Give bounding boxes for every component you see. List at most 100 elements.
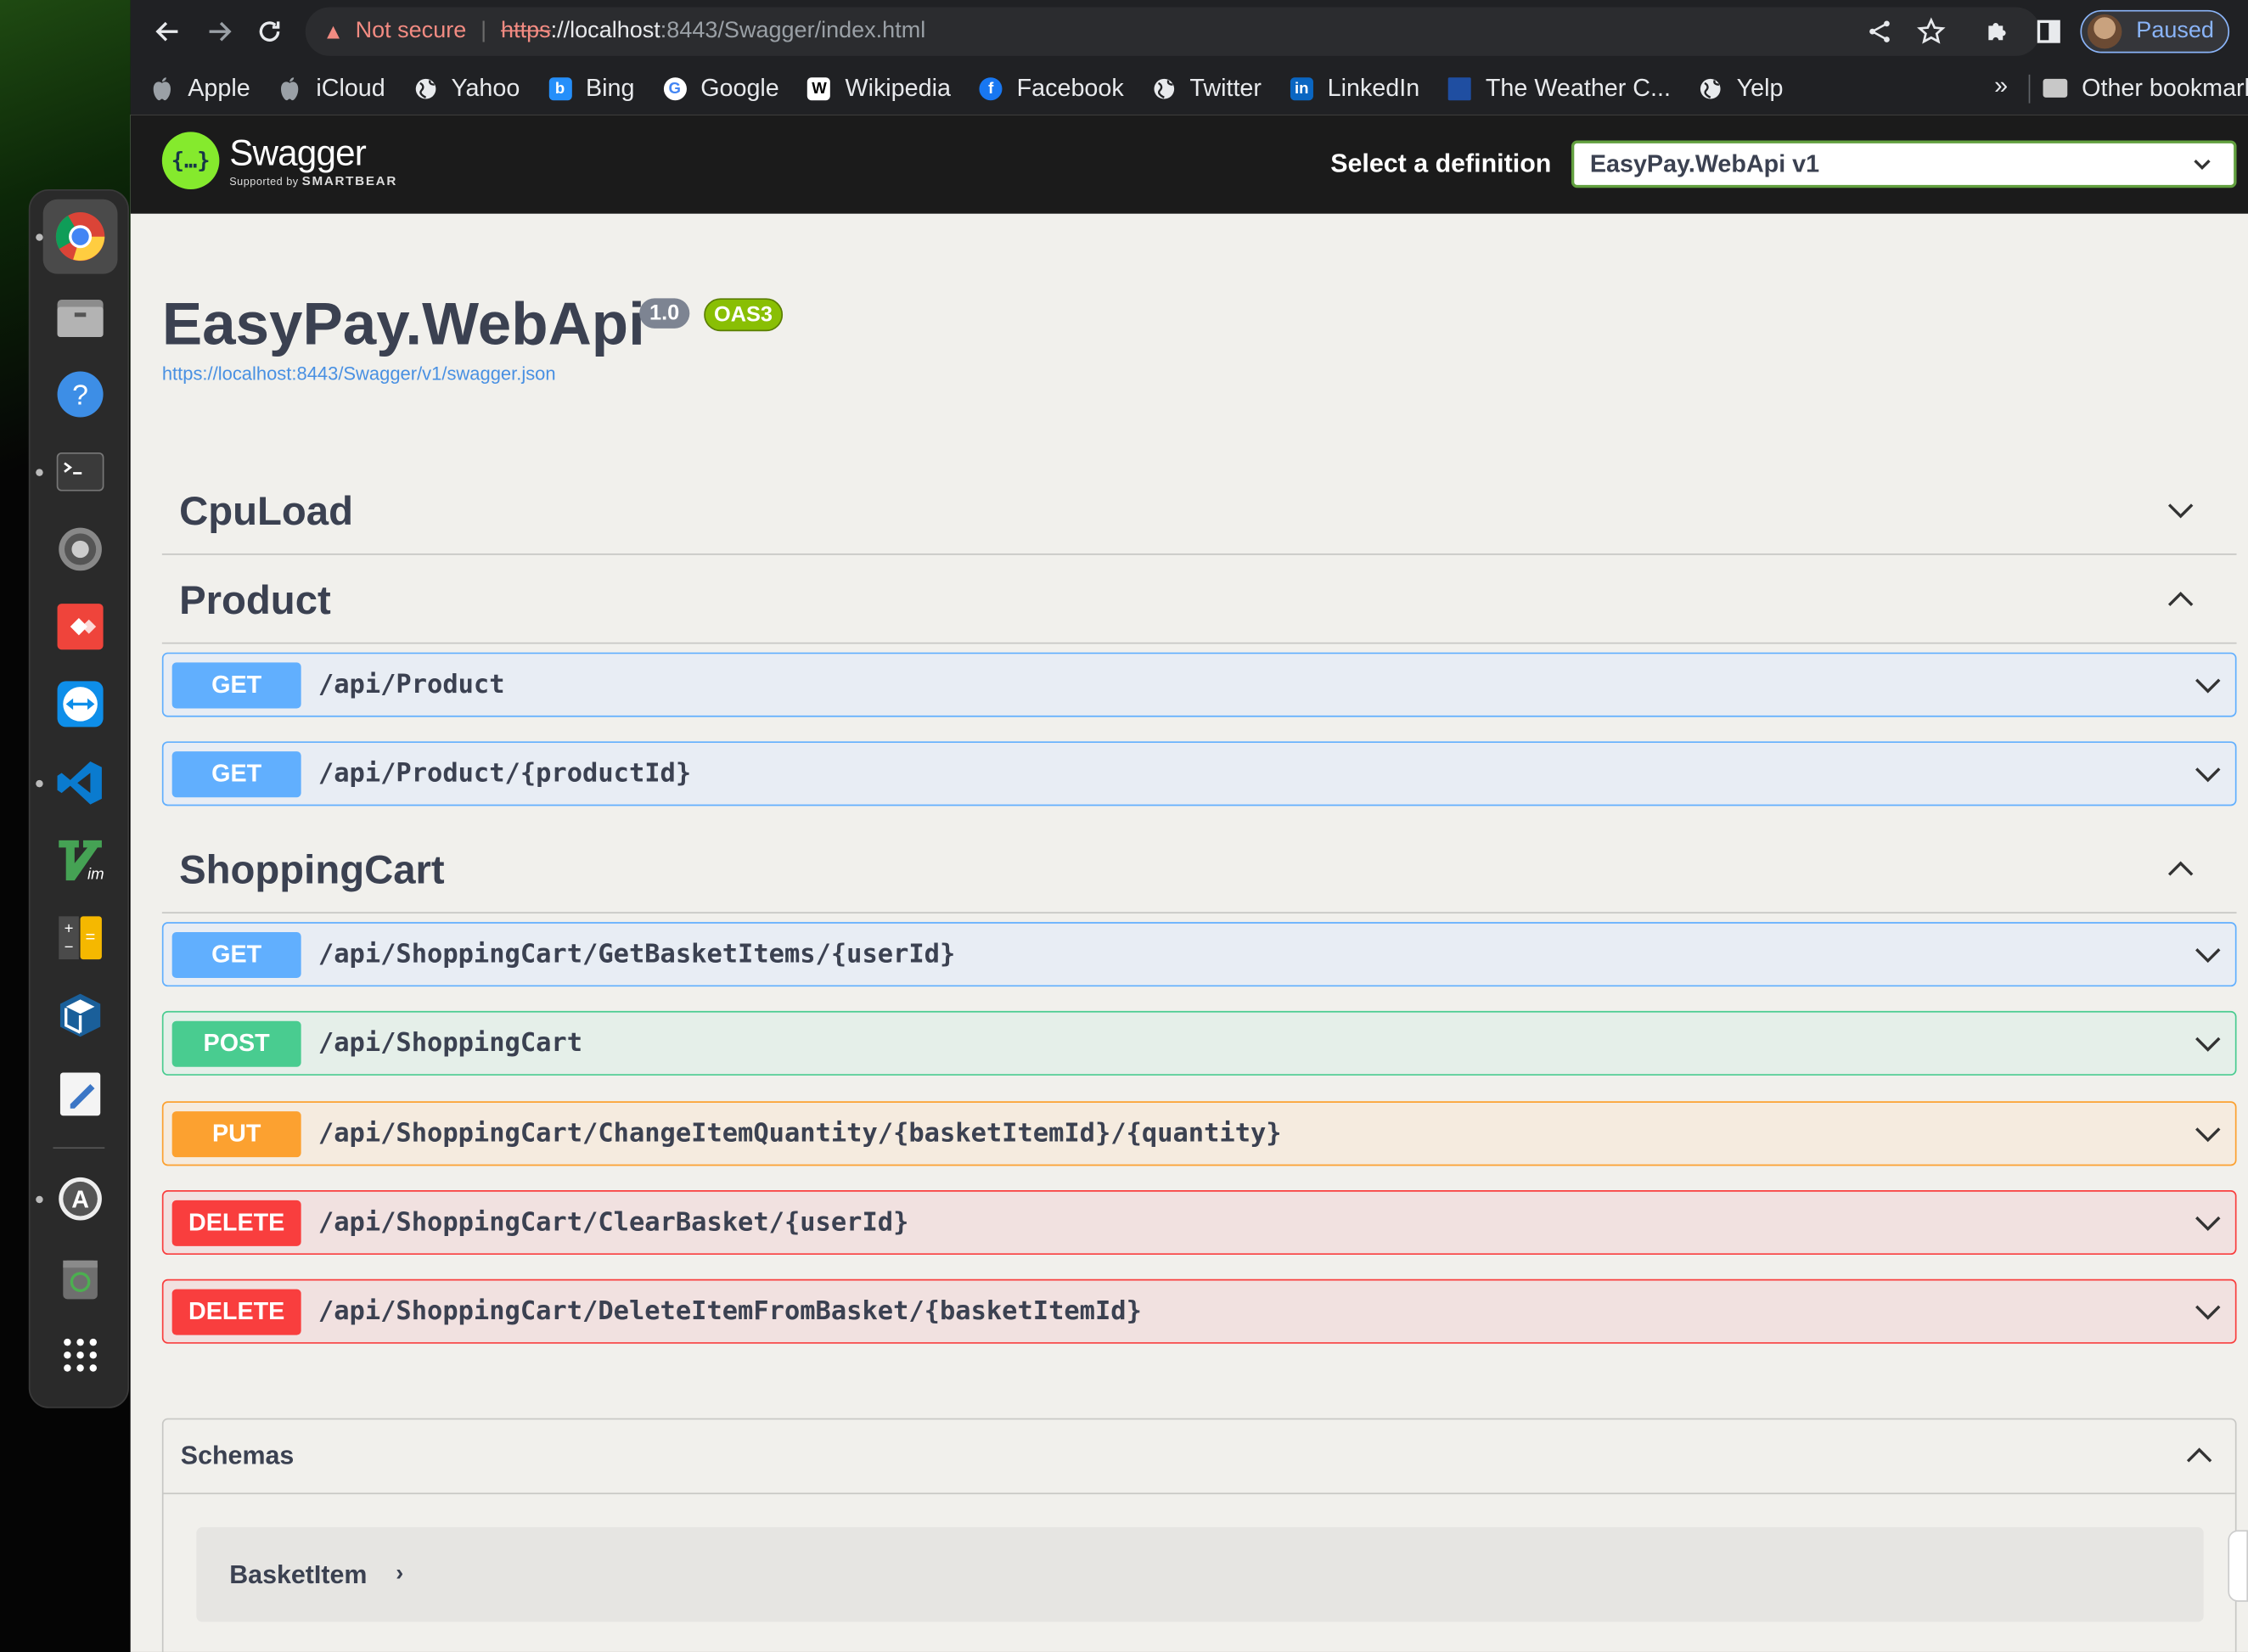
share-button[interactable]: [1859, 12, 1899, 52]
chevron-down-icon[interactable]: [2192, 939, 2223, 970]
chevron-up-icon[interactable]: [2165, 584, 2196, 615]
app-grid-icon[interactable]: [52, 1327, 110, 1385]
extensions-button[interactable]: [1977, 12, 2017, 52]
address-divider: |: [481, 18, 487, 43]
trash-icon[interactable]: [52, 1249, 110, 1306]
bookmark-item[interactable]: b Bing: [548, 74, 635, 103]
operation-path: /api/ShoppingCart/GetBasketItems/{userId…: [318, 939, 956, 969]
settings-icon[interactable]: [52, 520, 110, 578]
tag-header[interactable]: CpuLoad: [161, 469, 2237, 555]
security-status[interactable]: Not secure: [356, 19, 467, 44]
logo-sub-prefix: Supported by: [229, 174, 299, 188]
teamviewer-icon[interactable]: [52, 676, 110, 733]
bookmark-label: The Weather C...: [1485, 73, 1671, 102]
bookmark-item[interactable]: Twitter: [1153, 74, 1262, 103]
wikipedia-icon: W: [807, 76, 831, 100]
apple-icon: [278, 76, 301, 100]
schemas-title: Schemas: [180, 1441, 295, 1470]
bookmark-label: Yahoo: [451, 73, 520, 102]
schema-name: BasketItem: [229, 1559, 368, 1588]
weather-channel-icon: [1447, 76, 1471, 100]
url-scheme: https: [501, 18, 551, 43]
bookmark-item[interactable]: Yahoo: [414, 74, 520, 103]
schema-item-basketitem[interactable]: BasketItem ›: [196, 1526, 2204, 1622]
puzzle-icon: [1988, 23, 2006, 41]
operation-path: /api/Product/{productId}: [318, 758, 692, 789]
vim-icon[interactable]: im: [52, 832, 110, 890]
swagger-page: {…} Swagger Supported by SMARTBEAR Selec…: [130, 115, 2248, 1652]
text-editor-icon[interactable]: [52, 1065, 110, 1123]
operation-row-delete[interactable]: DELETE/api/ShoppingCart/DeleteItemFromBa…: [161, 1278, 2237, 1344]
tag-name: Product: [179, 576, 331, 622]
bookmark-label: Yelp: [1736, 73, 1784, 102]
operation-path: /api/ShoppingCart/ChangeItemQuantity/{ba…: [318, 1118, 1282, 1149]
bookmark-item[interactable]: iCloud: [278, 74, 385, 103]
bookmark-item[interactable]: Apple: [150, 74, 250, 103]
chevron-down-icon[interactable]: [2192, 759, 2223, 790]
terminal-icon[interactable]: [36, 443, 110, 501]
other-bookmarks-button[interactable]: Other bookmarks: [2043, 62, 2248, 115]
logo-sub-brand: SMARTBEAR: [301, 172, 397, 188]
bookmark-label: Google: [700, 73, 779, 102]
method-badge: GET: [171, 931, 301, 978]
software-updater-icon[interactable]: A: [36, 1170, 110, 1228]
chevron-down-icon[interactable]: [2165, 495, 2196, 526]
chevron-down-icon[interactable]: [2192, 1207, 2223, 1239]
method-badge: GET: [171, 750, 301, 797]
url-path: :8443/Swagger/index.html: [660, 18, 926, 43]
chevron-down-icon[interactable]: [2192, 670, 2223, 701]
bing-icon: b: [548, 76, 572, 100]
method-badge: DELETE: [171, 1200, 301, 1246]
calculator-icon[interactable]: + − =: [52, 909, 110, 967]
bookmark-star-button[interactable]: [1911, 12, 1951, 52]
bookmark-item[interactable]: W Wikipedia: [807, 74, 951, 103]
reload-button[interactable]: [250, 12, 289, 52]
bookmarks-overflow-button[interactable]: »: [1994, 71, 2008, 100]
chevron-down-icon[interactable]: [2192, 1296, 2223, 1328]
profile-button[interactable]: Paused: [2080, 9, 2230, 53]
bookmark-item[interactable]: G Google: [663, 74, 779, 103]
back-arrow-icon: [155, 21, 178, 42]
anydesk-icon[interactable]: [52, 598, 110, 655]
running-indicator: [36, 1195, 43, 1204]
svg-text:A: A: [71, 1186, 89, 1213]
bookmark-item[interactable]: Yelp: [1700, 73, 1784, 103]
bookmark-label: Facebook: [1016, 73, 1124, 102]
tag-name: CpuLoad: [179, 488, 353, 533]
chevron-down-icon[interactable]: [2192, 1119, 2223, 1150]
operation-row-delete[interactable]: DELETE/api/ShoppingCart/ClearBasket/{use…: [161, 1190, 2237, 1256]
other-bookmarks-label: Other bookmarks: [2082, 73, 2248, 102]
virtualbox-icon[interactable]: [52, 986, 110, 1044]
address-bar[interactable]: ▲ Not secure | https://localhost:8443/Sw…: [305, 7, 2041, 56]
help-icon[interactable]: ?: [52, 366, 110, 424]
forward-button[interactable]: [200, 12, 239, 52]
operation-row-put[interactable]: PUT/api/ShoppingCart/ChangeItemQuantity/…: [161, 1101, 2237, 1166]
bookmark-label: iCloud: [316, 73, 385, 102]
globe-icon: [1700, 76, 1723, 99]
tag-header[interactable]: Product: [161, 558, 2237, 644]
operation-row-post[interactable]: POST/api/ShoppingCart: [161, 1010, 2237, 1076]
chevron-down-icon[interactable]: [2192, 1028, 2223, 1059]
chevron-up-icon[interactable]: [2165, 853, 2196, 885]
star-icon: [1917, 17, 1946, 44]
schemas-section: Schemas BasketItem ›: [161, 1418, 2237, 1652]
files-icon[interactable]: [52, 289, 110, 346]
chrome-icon[interactable]: [36, 199, 118, 274]
definition-select[interactable]: EasyPay.WebApi v1: [1571, 140, 2237, 188]
operation-row-get[interactable]: GET/api/ShoppingCart/GetBasketItems/{use…: [161, 922, 2237, 987]
side-panel-button[interactable]: [2029, 12, 2069, 52]
schemas-header[interactable]: Schemas: [163, 1419, 2235, 1495]
back-button[interactable]: [148, 12, 188, 52]
tag-header[interactable]: ShoppingCart: [161, 828, 2237, 914]
bookmark-item[interactable]: in LinkedIn: [1290, 74, 1419, 103]
operation-row-get[interactable]: GET/api/Product/{productId}: [161, 741, 2237, 806]
bookmark-item[interactable]: f Facebook: [979, 73, 1124, 103]
scroll-handle[interactable]: [2228, 1530, 2248, 1602]
swagger-logo[interactable]: {…} Swagger Supported by SMARTBEAR: [161, 132, 397, 189]
apple-icon: [150, 76, 173, 100]
spec-url-link[interactable]: https://localhost:8443/Swagger/v1/swagge…: [162, 362, 645, 384]
operation-row-get[interactable]: GET/api/Product: [161, 652, 2237, 717]
vscode-icon[interactable]: [36, 755, 110, 812]
chevron-up-icon: [2186, 1447, 2212, 1463]
bookmark-item[interactable]: The Weather C...: [1447, 73, 1671, 103]
